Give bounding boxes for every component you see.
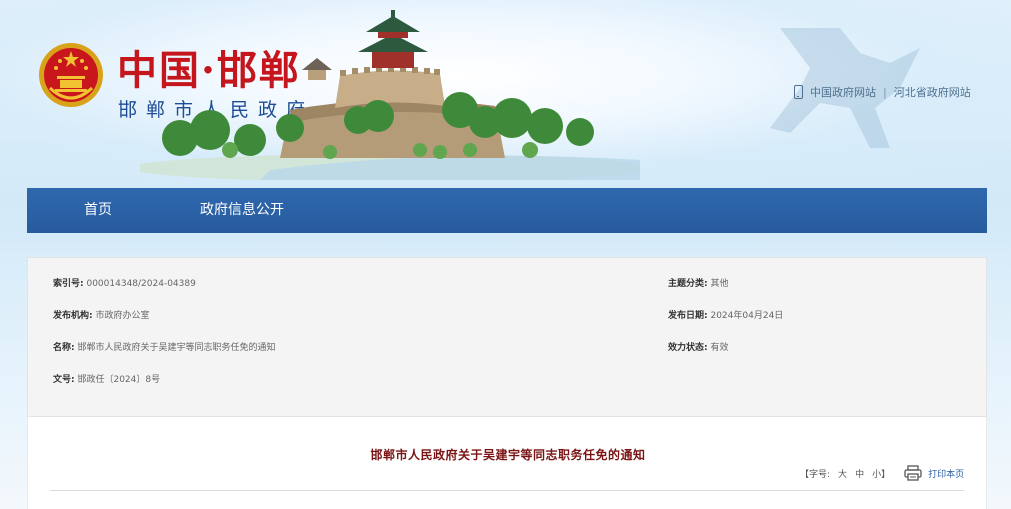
meta-topic-label: 主题分类: [668, 279, 708, 289]
link-separator: | [883, 85, 887, 99]
meta-index: 索引号: 000014348/2024-04389 [53, 276, 196, 289]
congtai-tower-illustration [140, 10, 640, 180]
meta-topic: 主题分类: 其他 [668, 276, 729, 289]
nav-item-gov-info-disclosure[interactable]: 政府信息公开 [200, 188, 284, 233]
meta-date-label: 发布日期: [668, 311, 708, 321]
meta-index-value: 000014348/2024-04389 [86, 279, 196, 289]
meta-docno-value: 邯政任〔2024〕8号 [77, 375, 161, 385]
font-size-close-bracket: 】 [881, 469, 891, 480]
meta-status-value: 有效 [710, 343, 729, 353]
meta-publisher: 发布机构: 市政府办公室 [53, 308, 150, 321]
font-size-small[interactable]: 小 [872, 467, 881, 480]
document-metadata-panel: 索引号: 000014348/2024-04389 主题分类: 其他 发布机构:… [27, 257, 987, 417]
link-gov-cn[interactable]: 中国政府网站 [810, 84, 876, 100]
meta-status: 效力状态: 有效 [668, 340, 729, 353]
meta-date-value: 2024年04月24日 [710, 311, 784, 321]
font-size-label: 【字号: [800, 469, 831, 480]
meta-date: 发布日期: 2024年04月24日 [668, 308, 783, 321]
nav-item-home[interactable]: 首页 [84, 188, 112, 233]
main-nav-bar: 首页 政府信息公开 [27, 188, 987, 233]
national-emblem-icon[interactable] [38, 42, 104, 108]
meta-index-label: 索引号: [53, 279, 84, 289]
meta-publisher-value: 市政府办公室 [95, 311, 150, 321]
print-page-link[interactable]: 打印本页 [928, 467, 964, 480]
meta-topic-value: 其他 [710, 279, 729, 289]
site-header: 中国·邯郸 邯郸市人民政府 中国政府网站 | 河北省政府网站 [0, 0, 1011, 188]
top-links: 中国政府网站 | 河北省政府网站 [794, 84, 971, 100]
font-size-large[interactable]: 大 [838, 467, 847, 480]
mobile-phone-icon[interactable] [794, 85, 803, 99]
meta-status-label: 效力状态: [668, 343, 708, 353]
meta-name-value: 邯郸市人民政府关于吴建宇等同志职务任免的通知 [77, 343, 276, 353]
printer-icon[interactable] [904, 465, 922, 481]
meta-docno-label: 文号: [53, 375, 75, 385]
meta-name-label: 名称: [53, 343, 75, 353]
article-divider [50, 490, 964, 491]
article-tools: 【字号: 大 中 小 】 打印本页 [800, 463, 964, 483]
link-hebei-gov[interactable]: 河北省政府网站 [894, 84, 971, 100]
meta-publisher-label: 发布机构: [53, 311, 93, 321]
article-panel: 邯郸市人民政府关于吴建宇等同志职务任免的通知 【字号: 大 中 小 】 打印本页 [27, 417, 987, 509]
meta-docno: 文号: 邯政任〔2024〕8号 [53, 372, 160, 385]
article-title: 邯郸市人民政府关于吴建宇等同志职务任免的通知 [370, 448, 646, 462]
meta-name: 名称: 邯郸市人民政府关于吴建宇等同志职务任免的通知 [53, 340, 276, 353]
font-size-medium[interactable]: 中 [855, 467, 864, 480]
